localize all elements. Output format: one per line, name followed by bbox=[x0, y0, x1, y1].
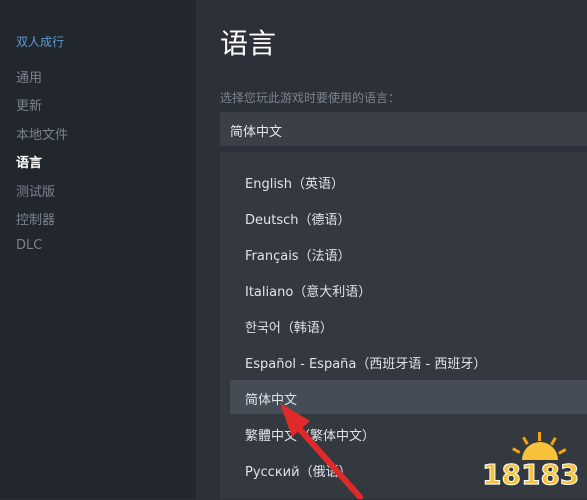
option-label: 한국어（韩语） bbox=[245, 321, 333, 336]
sidebar-item-updates[interactable]: 更新 bbox=[16, 95, 42, 114]
language-option-spanish[interactable]: Español - España（西班牙语 - 西班牙） bbox=[230, 344, 587, 378]
option-label: Русский（俄语） bbox=[245, 465, 352, 480]
language-option-italian[interactable]: Italiano（意大利语） bbox=[230, 272, 587, 306]
language-select[interactable]: 简体中文 bbox=[220, 112, 587, 146]
option-label: Deutsch（德语） bbox=[245, 213, 351, 228]
page-title: 语言 bbox=[220, 27, 277, 60]
sidebar-item-dlc[interactable]: DLC bbox=[16, 238, 42, 253]
option-label: Italiano（意大利语） bbox=[245, 285, 372, 300]
language-option-simplified-chinese[interactable]: 简体中文 bbox=[230, 380, 587, 414]
sun-logo-icon: 18183 bbox=[482, 432, 580, 492]
sidebar-item-local-files[interactable]: 本地文件 bbox=[16, 124, 68, 143]
language-option-french[interactable]: Français（法语） bbox=[230, 236, 587, 270]
option-label: 简体中文 bbox=[245, 393, 298, 408]
option-label: English（英语） bbox=[245, 177, 344, 192]
sidebar-item-controller[interactable]: 控制器 bbox=[16, 209, 55, 228]
option-label: 繁體中文（繁体中文） bbox=[245, 429, 376, 444]
option-label: Español - España（西班牙语 - 西班牙） bbox=[245, 357, 487, 372]
sidebar-item-betas[interactable]: 测试版 bbox=[16, 181, 55, 200]
language-select-value: 简体中文 bbox=[230, 125, 283, 140]
language-option-german[interactable]: Deutsch（德语） bbox=[230, 200, 587, 234]
language-option-korean[interactable]: 한국어（韩语） bbox=[230, 308, 587, 342]
site-watermark-logo: 18183 bbox=[478, 432, 584, 496]
sidebar-item-general[interactable]: 通用 bbox=[16, 67, 42, 86]
sidebar-game-title: 双人成行 bbox=[16, 35, 65, 49]
language-option-english[interactable]: English（英语） bbox=[230, 164, 587, 198]
watermark-text: 18183 bbox=[482, 458, 579, 491]
option-label: Français（法语） bbox=[245, 249, 351, 264]
sidebar: 双人成行 通用 更新 本地文件 语言 测试版 控制器 DLC bbox=[0, 0, 196, 499]
sidebar-item-language[interactable]: 语言 bbox=[16, 152, 42, 171]
main-panel: 语言 选择您玩此游戏时要使用的语言： 简体中文 English（英语） Deut… bbox=[196, 0, 587, 499]
language-prompt: 选择您玩此游戏时要使用的语言： bbox=[220, 91, 401, 105]
